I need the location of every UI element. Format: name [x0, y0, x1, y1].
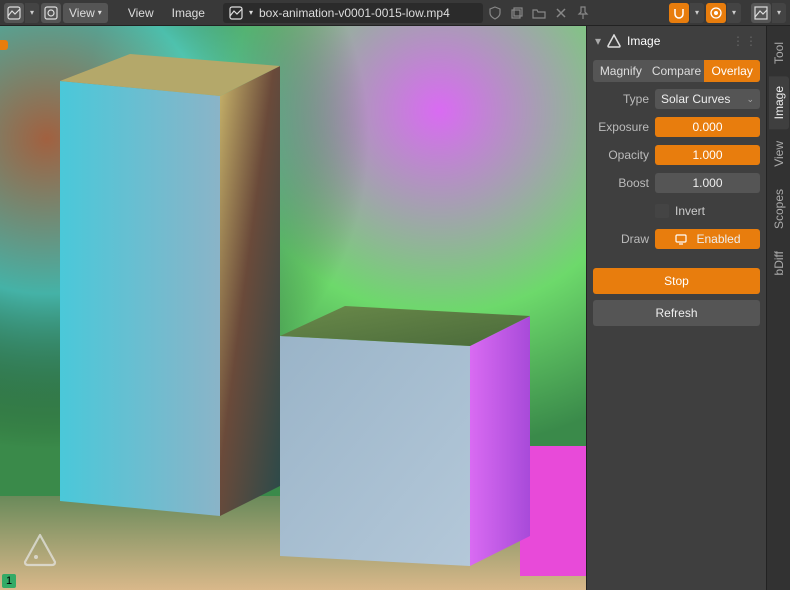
- side-tab-bdiff[interactable]: bDiff: [769, 241, 789, 285]
- proportional-icon[interactable]: [706, 3, 726, 23]
- row-opacity: Opacity 1.000: [593, 144, 760, 166]
- main-area: 1 ▾ Image ⋮⋮ Magnify Compare Overlay Typ…: [0, 26, 790, 590]
- chevron-down-icon: ▾: [249, 8, 253, 17]
- top-toolbar: ▾ View ▾ View Image ▾ box-animation-v000…: [0, 0, 790, 26]
- collapse-handle-icon[interactable]: [0, 40, 8, 50]
- editor-type-icon[interactable]: [4, 3, 24, 23]
- invert-checkbox[interactable]: [655, 204, 669, 218]
- side-tab-image[interactable]: Image: [769, 76, 789, 129]
- editor-type-chevron-icon[interactable]: ▾: [25, 3, 39, 23]
- type-select[interactable]: Solar Curves ⌄: [655, 89, 760, 109]
- grip-icon[interactable]: ⋮⋮: [732, 34, 758, 48]
- snap-chevron-icon[interactable]: ▾: [690, 3, 704, 23]
- clip-display-icon[interactable]: [751, 3, 771, 23]
- stop-button[interactable]: Stop: [593, 268, 760, 294]
- tab-overlay[interactable]: Overlay: [704, 60, 760, 82]
- opacity-field[interactable]: 1.000: [655, 145, 760, 165]
- boost-label: Boost: [593, 176, 649, 190]
- file-field[interactable]: ▾ box-animation-v0001-0015-low.mp4: [223, 3, 483, 23]
- file-name: box-animation-v0001-0015-low.mp4: [259, 6, 450, 20]
- image-icon: [229, 6, 243, 20]
- row-boost: Boost 1.000: [593, 172, 760, 194]
- app-logo-overlay: [22, 532, 58, 568]
- frame-indicator: 1: [2, 574, 16, 588]
- chevron-down-icon: ▾: [595, 34, 601, 48]
- tab-compare[interactable]: Compare: [649, 60, 705, 82]
- menu-image[interactable]: Image: [164, 6, 213, 20]
- exposure-field[interactable]: 0.000: [655, 117, 760, 137]
- chevron-down-icon: ⌄: [746, 94, 754, 105]
- panel-header[interactable]: ▾ Image ⋮⋮: [593, 32, 760, 54]
- side-tab-tool[interactable]: Tool: [769, 32, 789, 74]
- app-logo-icon: [607, 34, 621, 48]
- snap-icon[interactable]: [669, 3, 689, 23]
- rendered-image: [0, 26, 586, 590]
- draw-value: Enabled: [696, 232, 740, 246]
- monitor-icon: [674, 232, 688, 246]
- row-exposure: Exposure 0.000: [593, 116, 760, 138]
- view-mode-dropdown[interactable]: View ▾: [63, 3, 108, 23]
- image-viewport[interactable]: 1: [0, 26, 586, 590]
- exposure-label: Exposure: [593, 120, 649, 134]
- draw-toggle[interactable]: Enabled: [655, 229, 760, 249]
- properties-panel: ▾ Image ⋮⋮ Magnify Compare Overlay Type …: [586, 26, 766, 590]
- row-invert: Invert: [593, 200, 760, 222]
- menu-view[interactable]: View: [120, 6, 162, 20]
- shield-icon[interactable]: [485, 3, 505, 23]
- chevron-down-icon: ▾: [98, 8, 102, 17]
- opacity-label: Opacity: [593, 148, 649, 162]
- mode-tabs: Magnify Compare Overlay: [593, 60, 760, 82]
- type-label: Type: [593, 92, 649, 106]
- boost-field[interactable]: 1.000: [655, 173, 760, 193]
- invert-label: Invert: [675, 204, 705, 218]
- clip-display-chevron-icon[interactable]: ▾: [772, 3, 786, 23]
- side-tab-strip: Tool Image View Scopes bDiff: [766, 26, 790, 590]
- side-tab-scopes[interactable]: Scopes: [769, 179, 789, 239]
- duplicate-icon[interactable]: [507, 3, 527, 23]
- draw-label: Draw: [593, 232, 649, 246]
- pin-toggle-icon[interactable]: [573, 3, 593, 23]
- proportional-chevron-icon[interactable]: ▾: [727, 3, 741, 23]
- close-icon[interactable]: [551, 3, 571, 23]
- pin-icon[interactable]: [41, 3, 61, 23]
- side-tab-view[interactable]: View: [769, 131, 789, 177]
- view-mode-label: View: [69, 6, 95, 20]
- panel-title: Image: [627, 34, 660, 48]
- open-folder-icon[interactable]: [529, 3, 549, 23]
- row-type: Type Solar Curves ⌄: [593, 88, 760, 110]
- row-draw: Draw Enabled: [593, 228, 760, 250]
- type-value: Solar Curves: [661, 92, 730, 106]
- tab-magnify[interactable]: Magnify: [593, 60, 649, 82]
- refresh-button[interactable]: Refresh: [593, 300, 760, 326]
